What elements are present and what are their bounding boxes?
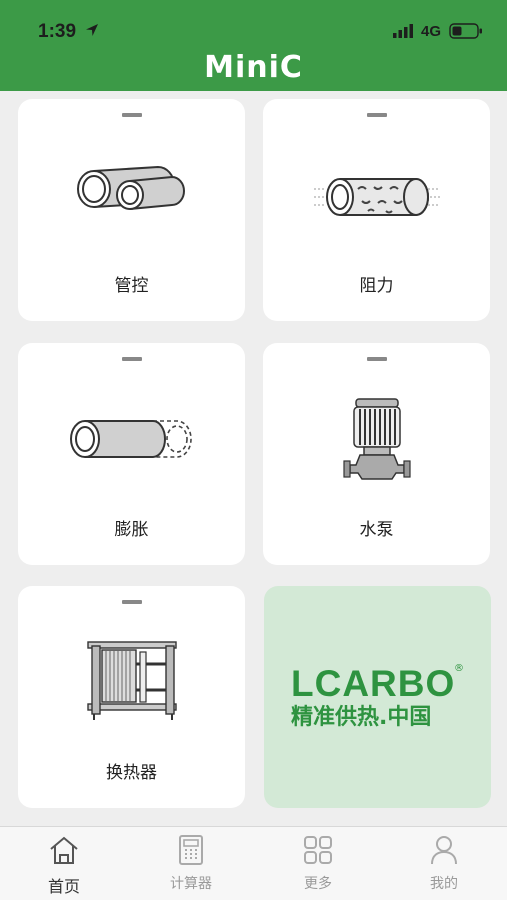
tab-home[interactable]: 首页 xyxy=(24,827,104,900)
card-label: 换热器 xyxy=(106,763,157,783)
card-handle xyxy=(366,357,387,361)
battery-icon xyxy=(449,23,482,39)
app-title: MiniC xyxy=(204,50,303,85)
home-icon xyxy=(50,836,78,864)
pipe-flow-icon xyxy=(263,151,490,251)
tab-label: 我的 xyxy=(430,876,458,892)
card-label: 阻力 xyxy=(359,276,394,296)
card-handle xyxy=(121,357,142,361)
tab-label: 更多 xyxy=(304,876,332,892)
card-shuibeng[interactable]: 水泵 xyxy=(263,343,490,565)
card-pengzhang[interactable]: 膨胀 xyxy=(18,343,245,565)
tab-mine[interactable]: 我的 xyxy=(404,827,484,900)
card-guankong[interactable]: 管控 xyxy=(18,99,245,321)
signal-icon xyxy=(393,24,413,38)
card-handle xyxy=(121,113,142,117)
heat-exchanger-icon xyxy=(18,638,245,738)
user-icon xyxy=(431,836,457,865)
brand-tagline: 精准供热.中国 xyxy=(291,705,432,730)
tab-label: 首页 xyxy=(47,877,80,896)
card-label: 水泵 xyxy=(359,520,394,540)
location-arrow-icon xyxy=(86,24,98,36)
tab-label: 计算器 xyxy=(170,876,212,892)
card-label: 管控 xyxy=(114,276,149,296)
brand-logo-text: LCARBO xyxy=(291,663,456,704)
status-bar: 1:39 4G xyxy=(0,0,507,44)
calculator-icon xyxy=(179,835,203,865)
card-handle xyxy=(366,113,387,117)
pipe-icon xyxy=(18,151,245,251)
card-huanreqi[interactable]: 换热器 xyxy=(18,586,245,808)
bottom-tab-bar: 首页 计算器 更多 我的 xyxy=(0,826,507,900)
pipe-expansion-icon xyxy=(18,395,245,495)
network-type: 4G xyxy=(421,23,442,40)
brand-banner[interactable]: LCARBO ® 精准供热.中国 xyxy=(264,586,491,808)
card-handle xyxy=(121,600,142,604)
app-header: 1:39 4G MiniC xyxy=(0,0,507,91)
status-time: 1:39 xyxy=(38,21,77,42)
card-zuli[interactable]: 阻力 xyxy=(263,99,490,321)
water-pump-icon xyxy=(263,395,490,495)
card-label: 膨胀 xyxy=(114,520,149,540)
grid-icon xyxy=(304,836,332,864)
registered-mark: ® xyxy=(454,663,464,674)
tab-calculator[interactable]: 计算器 xyxy=(151,827,231,900)
tab-more[interactable]: 更多 xyxy=(278,827,358,900)
